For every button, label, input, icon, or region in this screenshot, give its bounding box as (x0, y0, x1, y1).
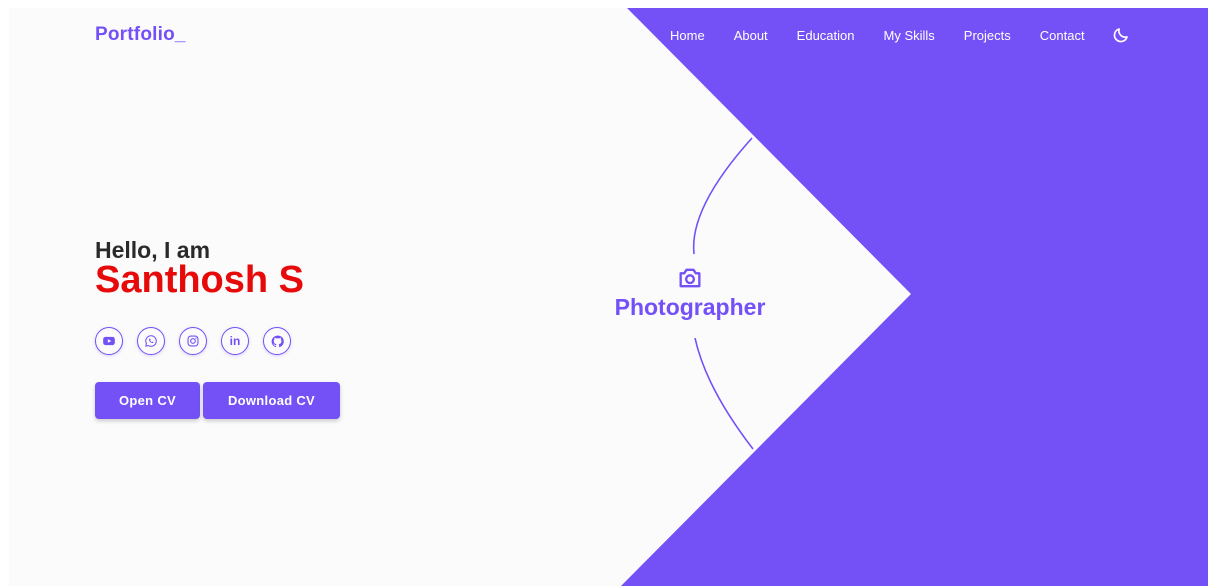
role-block: Photographer (607, 264, 773, 321)
linkedin-link[interactable]: in (221, 327, 249, 355)
nav-home[interactable]: Home (670, 28, 705, 43)
person-name: Santhosh S (95, 259, 305, 301)
github-icon (271, 335, 284, 347)
hero-section: Portfolio_ Home About Education My Skill… (9, 8, 1208, 586)
youtube-link[interactable] (95, 327, 123, 355)
whatsapp-icon (145, 335, 157, 347)
github-link[interactable] (263, 327, 291, 355)
main-nav: Home About Education My Skills Projects … (670, 26, 1130, 44)
instagram-icon (187, 335, 199, 347)
cv-buttons: Open CV Download CV (95, 382, 340, 419)
instagram-link[interactable] (179, 327, 207, 355)
download-cv-button[interactable]: Download CV (203, 382, 340, 419)
moon-icon[interactable] (1112, 26, 1130, 44)
nav-about[interactable]: About (734, 28, 768, 43)
camera-icon (679, 268, 701, 288)
social-links: in (95, 327, 291, 355)
nav-my-skills[interactable]: My Skills (884, 28, 935, 43)
role-title: Photographer (614, 294, 766, 320)
nav-education[interactable]: Education (797, 28, 855, 43)
linkedin-icon: in (229, 334, 241, 348)
nav-contact[interactable]: Contact (1040, 28, 1085, 43)
whatsapp-link[interactable] (137, 327, 165, 355)
intro-block: Hello, I am Santhosh S (95, 238, 304, 300)
page: Portfolio_ Home About Education My Skill… (0, 0, 1208, 586)
nav-projects[interactable]: Projects (964, 28, 1011, 43)
brand-logo[interactable]: Portfolio_ (95, 24, 186, 46)
youtube-icon (103, 336, 115, 346)
open-cv-button[interactable]: Open CV (95, 382, 200, 419)
